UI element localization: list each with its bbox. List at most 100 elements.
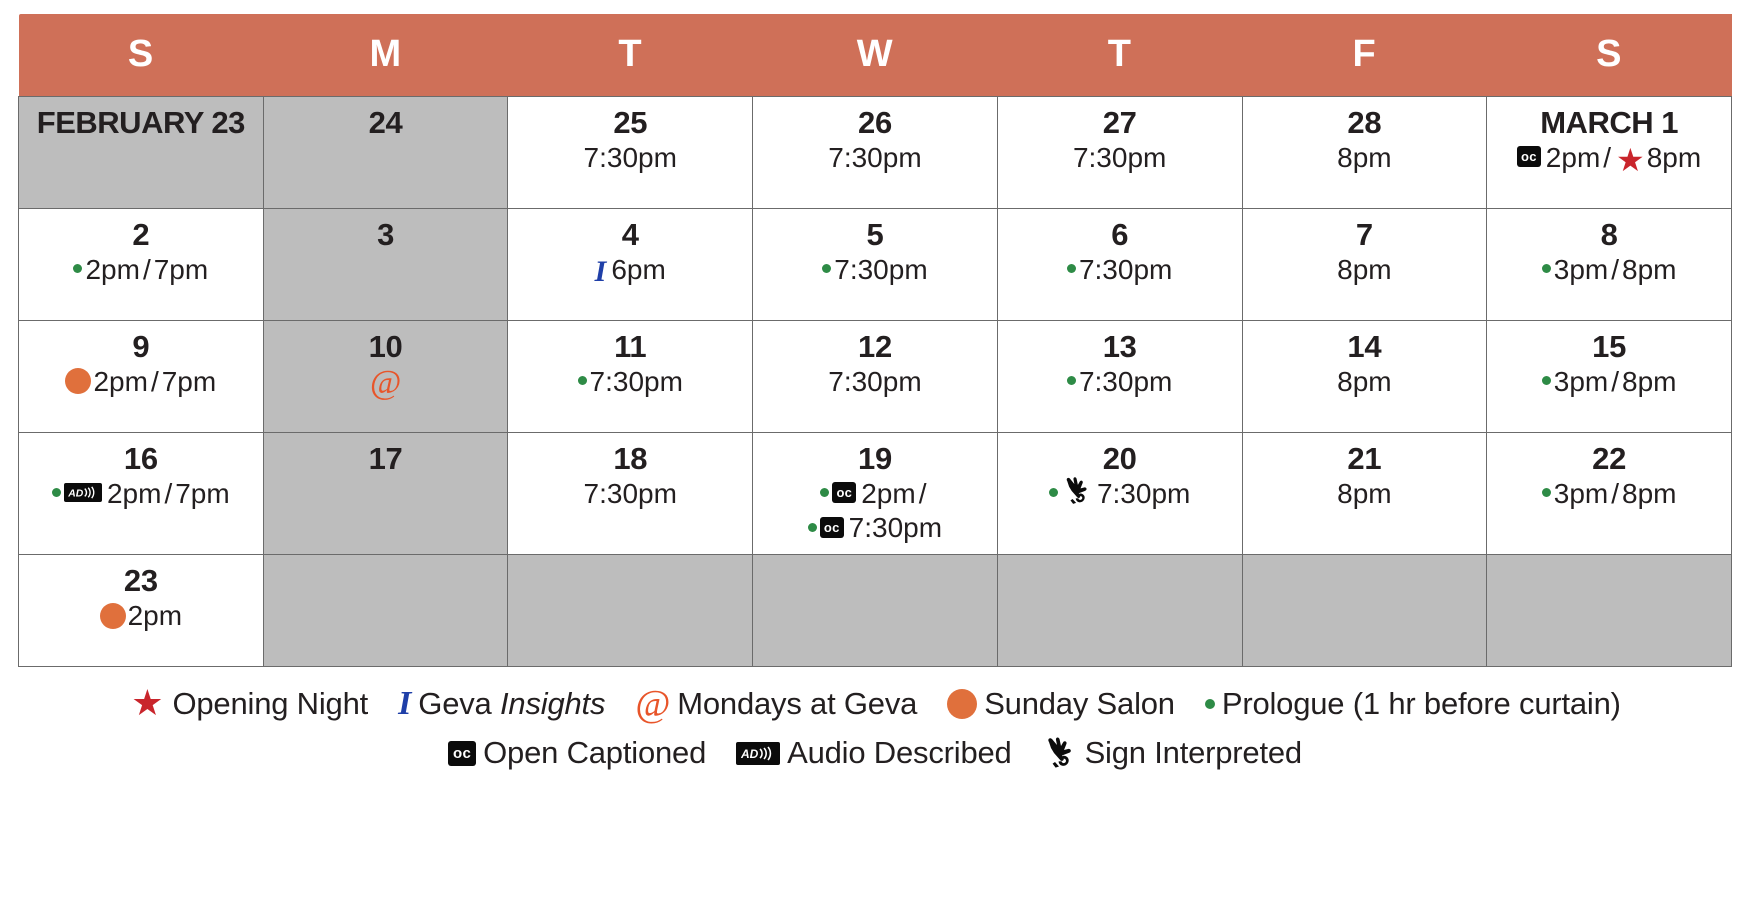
day-cell-15[interactable]: 15 3pm/8pm	[1486, 319, 1732, 433]
performance-times: 7:30pm	[1004, 253, 1236, 288]
audio-described-icon: AD	[63, 482, 102, 502]
show-time: 7:30pm	[848, 512, 943, 544]
legend-row-accessibility: oc Open Captioned AD Audio Described Sign In…	[18, 734, 1732, 773]
show-time: 7pm	[161, 365, 217, 397]
day-number: 21	[1347, 440, 1382, 476]
legend-label: Geva Insights	[418, 685, 605, 724]
day-number: 28	[1347, 104, 1382, 140]
time-separator: /	[1611, 477, 1619, 509]
day-cell-9[interactable]: 9 2pm/7pm	[18, 319, 264, 433]
weekday-header-3: W	[752, 14, 998, 96]
day-number: 7	[1355, 216, 1373, 252]
star-icon: ★	[131, 683, 164, 725]
weekday-header-1: M	[263, 14, 508, 96]
day-cell-14[interactable]: 14 8pm	[1241, 319, 1488, 433]
performance-times: 7:30pm	[514, 477, 746, 512]
day-cell-25[interactable]: 25 7:30pm	[507, 95, 754, 209]
time-separator: /	[918, 477, 927, 509]
day-number: 19	[858, 440, 892, 476]
weekday-header-2: T	[507, 14, 753, 96]
show-time: 2pm	[127, 600, 183, 632]
performance-times: oc 2pm / oc 7:30pm	[759, 477, 991, 546]
day-cell-26[interactable]: 26 7:30pm	[752, 95, 998, 209]
show-time: 7:30pm	[1078, 253, 1173, 285]
day-cell-11[interactable]: 11 7:30pm	[507, 319, 754, 433]
performance-times: @	[270, 365, 502, 401]
legend-label-text: Geva	[418, 686, 501, 722]
show-time: 2pm	[1545, 141, 1601, 173]
day-cell-18[interactable]: 18 7:30pm	[507, 431, 754, 556]
performance-line: 7:30pm	[514, 141, 746, 176]
legend-label-emphasis: Insights	[500, 686, 606, 722]
day-cell-5[interactable]: 5 7:30pm	[752, 207, 998, 321]
svg-text:AD: AD	[68, 488, 84, 499]
day-cell-13[interactable]: 13 7:30pm	[996, 319, 1243, 433]
orange-circle-icon	[99, 603, 126, 630]
day-cell-20[interactable]: 20 7:30pm	[996, 431, 1243, 556]
day-cell-23[interactable]: 23 2pm	[18, 554, 264, 668]
day-cell-22[interactable]: 22 3pm/8pm	[1486, 431, 1732, 556]
day-cell-4[interactable]: 4 I 6pm	[507, 207, 754, 321]
legend-label: Opening Night	[172, 686, 369, 722]
day-cell-march-1[interactable]: MARCH 1 oc 2pm / ★8pm	[1486, 95, 1732, 209]
performance-times: AD 2pm/7pm	[25, 477, 257, 512]
show-time: 2pm	[85, 253, 140, 285]
day-number: 3	[377, 216, 395, 252]
show-time: 7:30pm	[1096, 477, 1191, 509]
green-dot-icon	[1204, 699, 1215, 710]
day-cell-2[interactable]: 2 2pm/7pm	[18, 207, 264, 321]
day-cell-19[interactable]: 19 oc 2pm / oc 7:30pm	[752, 431, 998, 556]
time-separator: /	[150, 365, 159, 397]
calendar-week-row: 9 2pm/7pm 10 @11 7:30pm 12 7:30pm 13 7:30pm 14 8pm…	[18, 319, 1732, 433]
day-number: 2	[132, 216, 150, 252]
performance-times: 2pm/7pm	[25, 253, 257, 288]
at-symbol-icon: @	[369, 364, 402, 402]
day-cell-21[interactable]: 21 8pm	[1241, 431, 1488, 556]
legend-label: Sign Interpreted	[1084, 734, 1303, 770]
performance-times: 7:30pm	[759, 141, 991, 176]
day-cell-6[interactable]: 6 7:30pm	[996, 207, 1243, 321]
performance-line: @	[270, 365, 502, 401]
day-cell-28[interactable]: 28 8pm	[1241, 95, 1488, 209]
time-separator: /	[142, 253, 151, 285]
calendar-legend: ★ Opening Night I Geva Insights @ Mondays at …	[18, 683, 1732, 772]
day-number: 16	[123, 440, 158, 476]
legend-item-opening-night: ★ Opening Night	[129, 685, 368, 724]
day-cell-27[interactable]: 27 7:30pm	[996, 95, 1243, 209]
show-time: 7:30pm	[828, 141, 922, 173]
show-time: 8pm	[1622, 477, 1677, 509]
green-dot-icon	[820, 487, 830, 497]
day-number: 10	[368, 328, 403, 364]
day-cell-8[interactable]: 8 3pm/8pm	[1486, 207, 1732, 321]
star-icon: ★	[1616, 141, 1645, 180]
open-captioned-icon: oc	[819, 516, 844, 538]
performance-line: 2pm/7pm	[25, 253, 257, 288]
show-time: 8pm	[1337, 365, 1392, 397]
day-cell-16[interactable]: 16 AD 2pm/7pm	[18, 431, 264, 556]
show-time: 2pm	[861, 477, 916, 509]
day-cell-12[interactable]: 12 7:30pm	[752, 319, 998, 433]
day-number: FEBRUARY 23	[36, 104, 246, 140]
day-number: 15	[1592, 328, 1627, 364]
show-time: 8pm	[1622, 365, 1677, 397]
day-cell-10: 10 @	[262, 319, 509, 433]
performance-line: I 6pm	[514, 253, 746, 290]
day-cell-7[interactable]: 7 8pm	[1241, 207, 1488, 321]
calendar-page: SMTWTFS FEBRUARY 23 24 25 7:30pm 26 7:30pm 27 7…	[0, 0, 1750, 914]
legend-item-insights: I Geva Insights	[398, 683, 605, 726]
performance-times: 7:30pm	[759, 365, 991, 400]
performance-line: oc 7:30pm	[759, 511, 991, 546]
show-time: 3pm	[1553, 477, 1609, 509]
performance-line: 7:30pm	[759, 141, 991, 176]
performance-times: 2pm	[25, 599, 257, 634]
time-separator: /	[1611, 365, 1619, 397]
green-dot-icon	[1541, 263, 1551, 273]
show-time: 8pm	[1646, 141, 1702, 173]
time-separator: /	[1603, 141, 1612, 173]
open-captioned-icon: oc	[448, 740, 477, 766]
performance-line: 2pm/7pm	[25, 365, 257, 400]
day-cell-empty	[752, 554, 998, 668]
legend-item-audio-described: AD Audio Described	[736, 734, 1012, 773]
performance-times: 8pm	[1249, 365, 1481, 400]
sign-interpreted-icon	[1042, 736, 1078, 770]
